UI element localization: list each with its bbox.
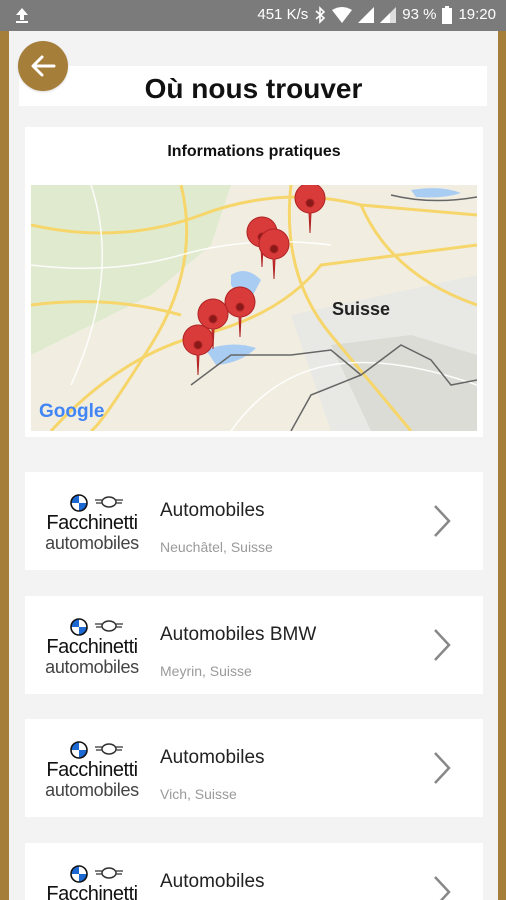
chevron-right-icon	[434, 876, 451, 900]
dealer-name: Automobiles BMW	[160, 624, 317, 645]
dealer-location: Meyrin, Suisse	[160, 663, 252, 679]
signal-icon	[380, 7, 397, 23]
brand-logos-icon	[70, 618, 123, 636]
dealer-name: Automobiles	[160, 747, 265, 768]
info-title: Informations pratiques	[167, 143, 341, 160]
page-title: Où nous trouver	[144, 73, 363, 104]
logo-subtext: automobiles	[45, 533, 139, 553]
dealer-location: Vich, Suisse	[160, 786, 237, 802]
logo-text: Facchinetti	[46, 636, 138, 658]
dealer-logo: Facchinetti automobiles	[37, 494, 147, 554]
upload-icon	[16, 8, 28, 23]
dealer-name: Automobiles	[160, 871, 265, 892]
logo-text: Facchinetti	[46, 883, 138, 900]
status-icons: 451 K/s 93 % 19:20	[257, 5, 496, 25]
bluetooth-icon	[315, 6, 326, 24]
dealer-item[interactable]: Facchinetti automobiles Automobiles Neuc…	[25, 472, 483, 570]
chevron-right-icon	[434, 505, 451, 537]
signal-icon	[358, 7, 375, 23]
battery-icon	[442, 6, 453, 24]
logo-subtext: automobiles	[45, 657, 139, 677]
dealer-item[interactable]: Facchinetti automobiles Automobiles	[25, 843, 483, 900]
chevron-right-icon	[434, 629, 451, 661]
logo-subtext: automobiles	[45, 780, 139, 800]
app-screen: Où nous trouver Informations pratiques S…	[9, 31, 498, 900]
logo-text: Facchinetti	[46, 759, 138, 781]
dealer-logo: Facchinetti automobiles	[37, 865, 147, 900]
header: Où nous trouver	[9, 31, 498, 106]
dealer-item[interactable]: Facchinetti automobiles Automobiles BMW …	[25, 596, 483, 694]
map-label: Suisse	[332, 299, 390, 319]
map[interactable]: Suisse Google	[31, 185, 477, 431]
logo-text: Facchinetti	[46, 512, 138, 534]
clock: 19:20	[458, 6, 496, 23]
wifi-icon	[332, 7, 353, 23]
info-card: Informations pratiques Suisse Google	[25, 127, 483, 437]
status-bar: 451 K/s 93 % 19:20	[0, 0, 506, 31]
dealer-location: Neuchâtel, Suisse	[160, 539, 273, 555]
dealer-logo: Facchinetti automobiles	[37, 618, 147, 678]
network-speed: 451 K/s	[257, 6, 309, 23]
brand-logos-icon	[70, 494, 123, 512]
brand-logos-icon	[70, 865, 123, 883]
brand-logos-icon	[70, 741, 123, 759]
map-attribution: Google	[39, 401, 104, 422]
dealer-item[interactable]: Facchinetti automobiles Automobiles Vich…	[25, 719, 483, 817]
chevron-right-icon	[434, 752, 451, 784]
dealer-name: Automobiles	[160, 500, 265, 521]
battery-level: 93 %	[402, 6, 437, 23]
dealer-logo: Facchinetti automobiles	[37, 741, 147, 801]
